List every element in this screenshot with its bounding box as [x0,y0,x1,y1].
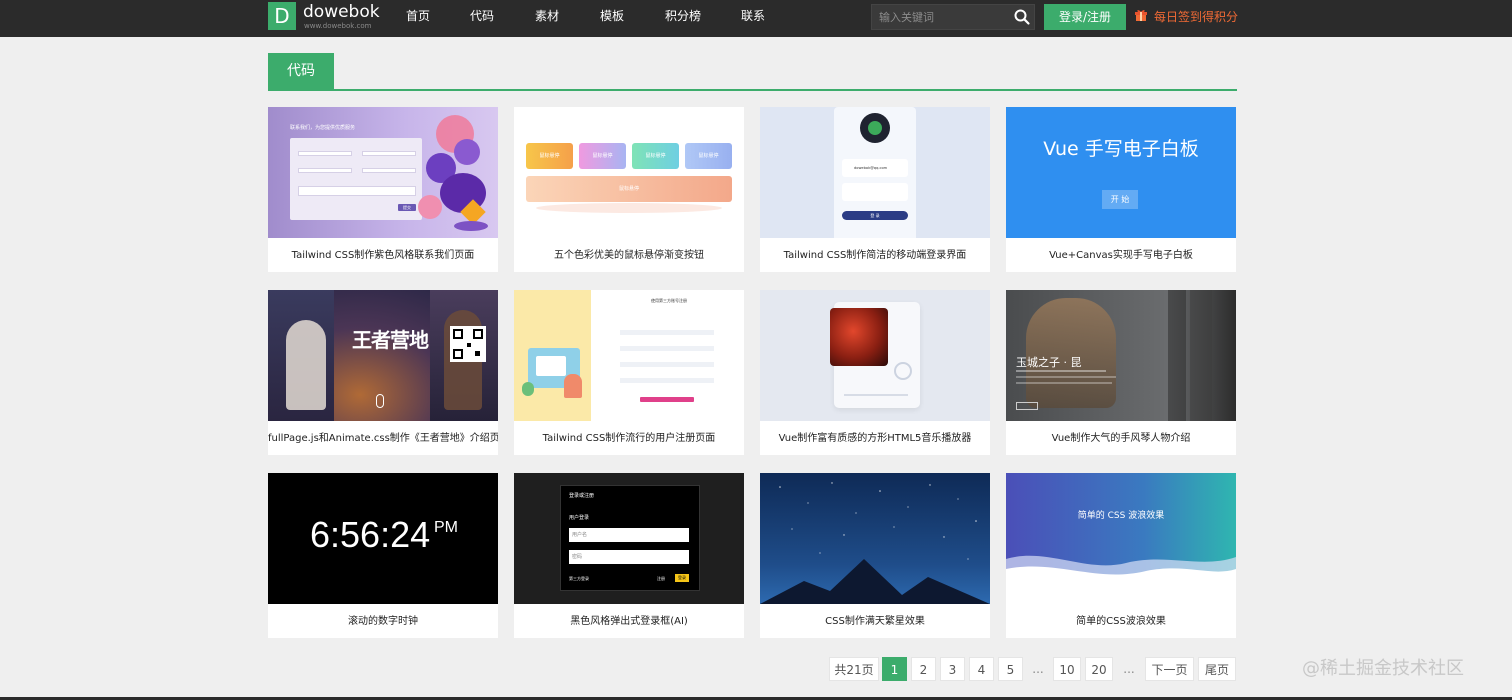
thumb-submit: 提交 [398,204,416,211]
logo-mark: D [268,2,296,30]
last-page-button[interactable]: 尾页 [1198,657,1236,681]
thumb-wide-button: 鼠标悬停 [526,176,732,202]
page-20[interactable]: 20 [1085,657,1113,681]
page-3[interactable]: 3 [940,657,965,681]
thumb-ampm: PM [434,519,458,536]
page-4[interactable]: 4 [969,657,994,681]
card-css-wave[interactable]: 简单的 CSS 波浪效果 简单的CSS波浪效果 [1006,473,1236,638]
thumb-button: 鼠标悬停 [685,143,732,169]
nav-templates[interactable]: 模板 [600,0,624,37]
page-5[interactable]: 5 [998,657,1023,681]
form-panel: 提交 [290,138,422,220]
card-black-login[interactable]: 登录或注册 用户登录 用户名 密码 第三方登录 注册 登录 黑色风格弹出式登录框… [514,473,744,638]
nav-materials[interactable]: 素材 [535,0,559,37]
search-box [871,4,1035,30]
card-title[interactable]: Tailwind CSS制作简洁的移动端登录界面 [760,238,990,272]
thumbnail: 简单的 CSS 波浪效果 [1006,473,1236,604]
thumbnail: 登录或注册 用户登录 用户名 密码 第三方登录 注册 登录 [514,473,744,604]
thumbnail: 使用第三方账号注册 [514,290,744,421]
thumb-heading: 王者营地 [352,328,429,352]
wave-shape [1006,555,1236,604]
card-purple-contact[interactable]: 联系我们，为您提供优质服务 提交 Tailwind CSS制作紫色风格联系我们页… [268,107,498,272]
card-title[interactable]: 简单的CSS波浪效果 [1006,604,1236,638]
thumb-time: 6:56:24 [310,514,431,555]
nav-contact[interactable]: 联系 [741,0,765,37]
thumb-login: 登录 [675,574,689,582]
card-title[interactable]: Tailwind CSS制作紫色风格联系我们页面 [268,238,498,272]
card-title[interactable]: fullPage.js和Animate.css制作《王者营地》介绍页 [268,421,498,455]
thumbnail: Vue 手写电子白板 开 始 [1006,107,1236,238]
card-title[interactable]: 黑色风格弹出式登录框(AI) [514,604,744,638]
card-digital-clock[interactable]: 6:56:24 PM 滚动的数字时钟 [268,473,498,638]
thumb-login: 登 录 [842,211,908,220]
card-title[interactable]: CSS制作满天繁星效果 [760,604,990,638]
thumb-username: 用户名 [569,528,689,542]
thumb-heading: Vue 手写电子白板 [1043,138,1199,160]
thumb-register: 注册 [657,576,665,581]
search-input[interactable] [872,5,1008,29]
card-title[interactable]: Tailwind CSS制作流行的用户注册页面 [514,421,744,455]
card-title[interactable]: 滚动的数字时钟 [268,604,498,638]
thumbnail [760,473,990,604]
thumb-third-party: 第三方登录 [569,576,589,581]
thumb-password: 密码 [569,550,689,564]
thumbnail: dowebok@qq.com 登 录 [760,107,990,238]
card-register-page[interactable]: 使用第三方账号注册 Tailwind CSS制作流行的用户注册页面 [514,290,744,455]
card-vue-whiteboard[interactable]: Vue 手写电子白板 开 始 Vue+Canvas实现手写电子白板 [1006,107,1236,272]
signin-label: 每日签到得积分 [1154,10,1239,24]
thumb-start: 开 始 [1102,190,1138,209]
watermark: @稀土掘金技术社区 [1302,658,1464,679]
card-starry-sky[interactable]: CSS制作满天繁星效果 [760,473,990,638]
pagination-total: 共21页 [829,657,879,681]
starry-mountains [760,482,990,604]
tab-code[interactable]: 代码 [268,53,334,90]
logo-url: www.dowebok.com [304,22,372,30]
thumbnail: 6:56:24 PM [268,473,498,604]
card-mobile-login[interactable]: dowebok@qq.com 登 录 Tailwind CSS制作简洁的移动端登… [760,107,990,272]
logo-name: dowebok [303,2,380,22]
thumbnail: 联系我们，为您提供优质服务 提交 [268,107,498,238]
top-navbar: D dowebok www.dowebok.com 首页 代码 素材 模板 积分… [0,0,1512,37]
thumb-heading: 玉城之子 · 昆 [1016,356,1082,369]
nav-home[interactable]: 首页 [406,0,430,37]
card-title[interactable]: Vue制作大气的手风琴人物介绍 [1006,421,1236,455]
thumb-heading: 登录或注册 [569,493,595,499]
pagination-ellipsis: ... [1032,662,1044,676]
thumbnail: 鼠标悬停 鼠标悬停 鼠标悬停 鼠标悬停 鼠标悬停 [514,107,744,238]
thumbnail: 玉城之子 · 昆 [1006,290,1236,421]
thumb-label: 用户登录 [569,515,590,521]
card-title[interactable]: 五个色彩优美的鼠标悬停渐变按钮 [514,238,744,272]
page-1[interactable]: 1 [882,657,907,681]
thumbnail: 王者营地 [268,290,498,421]
card-accordion-heroes[interactable]: 玉城之子 · 昆 Vue制作大气的手风琴人物介绍 [1006,290,1236,455]
thumb-heading: 联系我们，为您提供优质服务 [290,125,356,131]
thumb-email: dowebok@qq.com [842,159,908,177]
thumb-button: 鼠标悬停 [632,143,679,169]
tab-underline [268,89,1237,91]
gift-icon [1135,10,1147,21]
page-10[interactable]: 10 [1053,657,1081,681]
daily-signin-link[interactable]: 每日签到得积分 [1134,6,1238,28]
thumb-button: 鼠标悬停 [526,143,573,169]
nav-code[interactable]: 代码 [470,0,494,37]
thumb-heading: 使用第三方账号注册 [651,298,687,303]
next-page-button[interactable]: 下一页 [1145,657,1194,681]
card-title[interactable]: Vue+Canvas实现手写电子白板 [1006,238,1236,272]
search-button[interactable] [1012,7,1032,27]
card-gradient-buttons[interactable]: 鼠标悬停 鼠标悬停 鼠标悬停 鼠标悬停 鼠标悬停 五个色彩优美的鼠标悬停渐变按钮 [514,107,744,272]
search-icon [1014,9,1030,25]
card-music-player[interactable]: Vue制作富有质感的方形HTML5音乐播放器 [760,290,990,455]
thumb-button: 鼠标悬停 [579,143,626,169]
site-logo[interactable]: D dowebok www.dowebok.com [268,2,380,34]
login-register-button[interactable]: 登录/注册 [1044,4,1126,30]
pagination-ellipsis: ... [1123,662,1135,676]
card-kings-camp[interactable]: 王者营地 fullPage.js和Animate.css制作《王者营地》介绍页 [268,290,498,455]
nav-leaderboard[interactable]: 积分榜 [665,0,701,37]
thumbnail [760,290,990,421]
page-2[interactable]: 2 [911,657,936,681]
card-title[interactable]: Vue制作富有质感的方形HTML5音乐播放器 [760,421,990,455]
